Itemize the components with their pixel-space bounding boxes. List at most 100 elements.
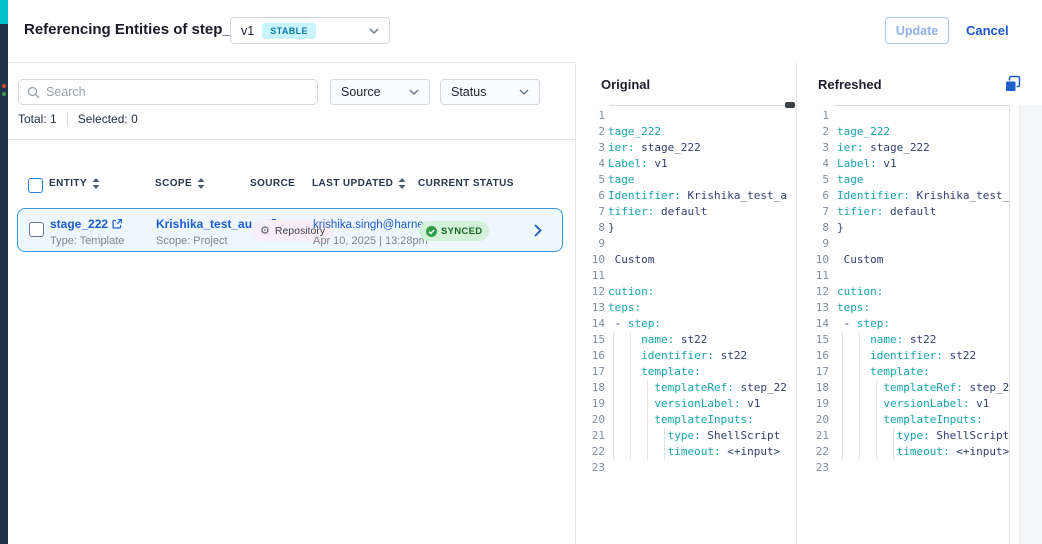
- code-text: teps:: [608, 300, 786, 316]
- code-line: 21 type: ShellScript: [576, 428, 786, 444]
- status-filter-dropdown[interactable]: Status: [440, 79, 540, 105]
- row-chevron-right-icon[interactable]: [534, 224, 542, 237]
- line-number: 3: [576, 140, 605, 156]
- version-select[interactable]: v1 STABLE: [230, 17, 390, 44]
- column-header-scope[interactable]: SCOPE: [155, 178, 205, 189]
- line-number: 18: [576, 380, 605, 396]
- original-panel-title: Original: [601, 77, 650, 92]
- entity-link[interactable]: stage_222: [50, 217, 122, 231]
- line-number: 6: [576, 188, 605, 204]
- code-line: 8}: [576, 220, 786, 236]
- edge-speck: [2, 84, 6, 88]
- code-text: template:: [837, 364, 1009, 380]
- line-number: 13: [576, 300, 605, 316]
- refreshed-code-panel[interactable]: 12tage_2223ier: stage_2224Label: v15tage…: [801, 108, 1009, 544]
- original-header-rule: [609, 105, 786, 106]
- sort-icon[interactable]: [398, 178, 406, 189]
- code-text: ier: stage_222: [837, 140, 1009, 156]
- check-circle-icon: [426, 226, 437, 237]
- line-number: 3: [801, 140, 829, 156]
- search-box[interactable]: [18, 79, 318, 105]
- code-text: [837, 236, 1009, 252]
- code-line: 6Identifier: Krishika_test_aut: [576, 188, 786, 204]
- line-number: 7: [801, 204, 829, 220]
- table-row[interactable]: stage_222 Type: Template Krishika_test_a…: [17, 208, 563, 252]
- row-checkbox[interactable]: [29, 222, 44, 237]
- code-text: identifier: st22: [837, 348, 1009, 364]
- code-line: 10 Custom: [801, 252, 1009, 268]
- line-number: 1: [801, 108, 829, 124]
- line-number: 22: [801, 444, 829, 460]
- code-text: teps:: [837, 300, 1009, 316]
- search-icon: [27, 86, 40, 99]
- line-number: 23: [576, 460, 605, 476]
- original-code-panel[interactable]: 12tage_2223ier: stage_2224Label: v15tage…: [576, 108, 786, 544]
- code-text: versionLabel: v1: [837, 396, 1009, 412]
- code-line: 13teps:: [576, 300, 786, 316]
- header-divider: [8, 62, 575, 63]
- stable-badge: STABLE: [262, 23, 316, 39]
- code-line: 4Label: v1: [576, 156, 786, 172]
- scrollbar-gutter: [1019, 105, 1042, 544]
- search-input[interactable]: [46, 85, 309, 99]
- line-number: 16: [576, 348, 605, 364]
- code-text: tage: [837, 172, 1009, 188]
- column-header-entity[interactable]: ENTITY: [49, 178, 100, 189]
- code-text: templateRef: step_222: [837, 380, 1009, 396]
- source-filter-label: Source: [341, 85, 381, 99]
- line-number: 17: [576, 364, 605, 380]
- source-filter-dropdown[interactable]: Source: [330, 79, 430, 105]
- sort-icon[interactable]: [197, 178, 205, 189]
- column-header-last-updated[interactable]: LAST UPDATED: [312, 178, 406, 189]
- line-number: 10: [576, 252, 605, 268]
- indent-guides: [608, 396, 659, 412]
- code-line: 3ier: stage_222: [576, 140, 786, 156]
- code-text: identifier: st22: [608, 348, 786, 364]
- code-line: 6Identifier: Krishika_test_aut: [801, 188, 1009, 204]
- indent-guides: [608, 412, 659, 428]
- code-line: 23: [801, 460, 1009, 476]
- edge-speck: [2, 92, 6, 96]
- line-number: 21: [801, 428, 829, 444]
- code-line: 16 identifier: st22: [801, 348, 1009, 364]
- line-number: 13: [801, 300, 829, 316]
- line-number: 7: [576, 204, 605, 220]
- indent-guides: [837, 396, 888, 412]
- indent-guides: [608, 380, 659, 396]
- chevron-down-icon: [369, 28, 379, 34]
- indent-guides: [837, 428, 905, 444]
- code-text: tage_222: [837, 124, 1009, 140]
- line-number: 10: [801, 252, 829, 268]
- select-all-checkbox[interactable]: [28, 178, 43, 193]
- sort-icon[interactable]: [92, 178, 100, 189]
- code-text: tage_222: [608, 124, 786, 140]
- code-line: 14 - step:: [576, 316, 786, 332]
- line-number: 4: [801, 156, 829, 172]
- indent-guides: [608, 332, 642, 348]
- code-line: 8}: [801, 220, 1009, 236]
- line-number: 5: [801, 172, 829, 188]
- code-line: 16 identifier: st22: [576, 348, 786, 364]
- code-text: timeout: <+input>: [837, 444, 1009, 460]
- code-text: [837, 108, 1009, 124]
- version-value: v1: [241, 24, 254, 38]
- scope-name: Krishika_test_au...: [156, 217, 262, 231]
- code-line: 2tage_222: [576, 124, 786, 140]
- scrollbar-thumb[interactable]: [785, 102, 795, 108]
- line-number: 9: [576, 236, 605, 252]
- chevron-down-icon: [409, 89, 419, 95]
- line-number: 14: [576, 316, 605, 332]
- code-line: 2tage_222: [801, 124, 1009, 140]
- update-button[interactable]: Update: [885, 17, 949, 44]
- cancel-button[interactable]: Cancel: [966, 23, 1009, 38]
- code-line: 17 template:: [801, 364, 1009, 380]
- line-number: 11: [801, 268, 829, 284]
- code-text: tifier: default: [837, 204, 1009, 220]
- copy-icon[interactable]: [1004, 75, 1022, 93]
- code-line: 21 type: ShellScript: [801, 428, 1009, 444]
- line-number: 5: [576, 172, 605, 188]
- indent-guides: [837, 380, 888, 396]
- line-number: 15: [801, 332, 829, 348]
- line-number: 17: [801, 364, 829, 380]
- code-text: Identifier: Krishika_test_aut: [608, 188, 786, 204]
